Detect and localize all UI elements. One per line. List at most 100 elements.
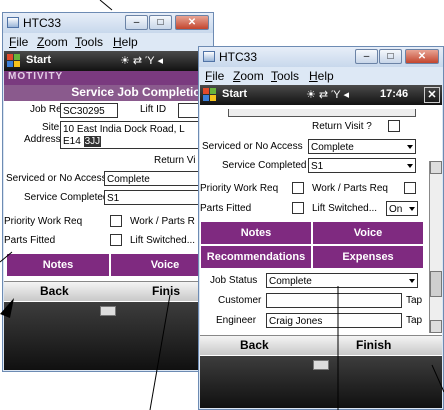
start-label[interactable]: Start [222, 88, 247, 100]
site-address-field[interactable]: 10 East India Dock Road, L E14 3JJ [60, 121, 212, 149]
close-icon[interactable]: ✕ [405, 49, 439, 64]
menu-tools[interactable]: Tools [271, 69, 299, 83]
front-menu-bar: File Zoom Tools Help [199, 67, 443, 85]
back-softkey[interactable]: Back [40, 284, 69, 298]
menu-help[interactable]: Help [309, 69, 334, 83]
work-parts-label: Work / Parts R [130, 216, 195, 227]
priority-work-checkbox[interactable] [110, 215, 122, 227]
menu-help[interactable]: Help [113, 35, 138, 49]
back-device-screen: Start ☀⇄Ύ◂ MOTIVITY Service Job Completi… [4, 51, 212, 370]
dropdown-arrow-icon [409, 279, 415, 283]
vertical-scrollbar[interactable] [429, 161, 442, 333]
return-visit-label: Return Visit ? [312, 121, 372, 132]
back-title-bar: HTC33 – □ ✕ [3, 13, 213, 33]
parts-fitted-checkbox[interactable] [292, 202, 304, 214]
lift-switched-dropdown[interactable]: On [386, 201, 418, 216]
app-brand: MOTIVITY [4, 71, 212, 85]
menu-file[interactable]: File [205, 69, 224, 83]
priority-work-label: Priority Work Req [4, 216, 83, 227]
service-completed-dropdown[interactable]: S1 [308, 158, 416, 173]
job-ref-field[interactable]: SC30295 [60, 103, 118, 118]
address-label: Address [24, 134, 61, 145]
back-window-title: HTC33 [23, 16, 62, 30]
serviced-dropdown[interactable]: Complete [308, 139, 416, 154]
job-status-dropdown[interactable]: Complete [266, 273, 418, 288]
scroll-down-icon[interactable] [430, 320, 442, 333]
minimize-icon[interactable]: – [355, 49, 378, 64]
menu-zoom[interactable]: Zoom [37, 35, 68, 49]
keyboard-icon[interactable] [100, 306, 116, 316]
connectivity-icon[interactable]: ☀⇄Ύ◂ [120, 54, 166, 67]
service-completed-dropdown[interactable]: S1 [104, 190, 212, 205]
scroll-thumb[interactable] [430, 271, 442, 297]
recommendations-button[interactable]: Recommendations [200, 245, 312, 269]
dropdown-arrow-icon [407, 164, 413, 168]
customer-field[interactable] [266, 293, 402, 308]
job-status-label: Job Status [210, 275, 258, 286]
dropdown-arrow-icon [407, 145, 413, 149]
address-line-2a: E14 [63, 136, 81, 147]
notes-button[interactable]: Notes [200, 221, 312, 245]
annotation-line-top [99, 0, 113, 11]
customer-label: Customer [218, 295, 262, 306]
minimize-icon[interactable]: – [125, 15, 148, 30]
keyboard-icon[interactable] [313, 360, 329, 370]
windows-flag-icon[interactable] [7, 54, 22, 68]
back-wm-status-bar: Start ☀⇄Ύ◂ [4, 51, 212, 71]
service-completed-value: S1 [107, 193, 120, 204]
front-wm-status-bar: Start ☀⇄Ύ◂ 17:46 ✕ [200, 85, 442, 105]
lift-switched-value: On [389, 204, 403, 215]
serviced-value: Complete [107, 174, 150, 185]
work-parts-label: Work / Parts Req [312, 183, 388, 194]
finish-softkey[interactable]: Finis [152, 284, 180, 298]
menu-tools[interactable]: Tools [75, 35, 103, 49]
parts-fitted-label: Parts Fitted [4, 235, 56, 246]
maximize-icon[interactable]: □ [149, 15, 172, 30]
maximize-icon[interactable]: □ [379, 49, 402, 64]
lift-switched-label: Lift Switched... [130, 235, 196, 246]
serviced-label: Serviced or No Access [6, 173, 107, 184]
voice-button[interactable]: Voice [110, 253, 212, 277]
scroll-up-icon[interactable] [430, 161, 442, 174]
close-icon[interactable]: ✕ [424, 87, 440, 103]
service-completed-value: S1 [311, 161, 324, 172]
voice-button[interactable]: Voice [312, 221, 424, 245]
serviced-dropdown[interactable]: Complete [104, 171, 212, 186]
serviced-label: Serviced or No Access [202, 141, 303, 152]
window-icon [7, 17, 19, 28]
back-softkey[interactable]: Back [240, 338, 269, 352]
signal-icon[interactable]: ☀⇄Ύ◂ [306, 88, 352, 101]
parts-fitted-checkbox[interactable] [110, 234, 122, 246]
window-icon [203, 51, 215, 62]
menu-file[interactable]: File [9, 35, 28, 49]
windows-flag-icon[interactable] [203, 88, 218, 102]
lift-switched-label: Lift Switched... [312, 203, 378, 214]
finish-softkey[interactable]: Finish [356, 338, 391, 352]
clock: 17:46 [380, 88, 409, 100]
front-title-bar: HTC33 – □ ✕ [199, 47, 443, 67]
menu-zoom[interactable]: Zoom [233, 69, 264, 83]
priority-work-checkbox[interactable] [292, 182, 304, 194]
serviced-value: Complete [311, 142, 354, 153]
back-softkey-bar: Back Finis [4, 281, 212, 301]
job-status-value: Complete [269, 276, 312, 287]
engineer-tap-button[interactable]: Tap [406, 315, 422, 326]
address-line-1: 10 East India Dock Road, L [63, 124, 185, 135]
scrolled-field-edge [228, 109, 416, 117]
return-visit-label: Return Vi [154, 155, 196, 166]
engineer-field[interactable]: Craig Jones [266, 313, 402, 328]
lift-id-label: Lift ID [140, 104, 167, 115]
expenses-button[interactable]: Expenses [312, 245, 424, 269]
start-label[interactable]: Start [26, 54, 51, 66]
customer-tap-button[interactable]: Tap [406, 295, 422, 306]
screenshot-canvas: { "back_window": { "title": "HTC33", "me… [0, 0, 444, 410]
engineer-label: Engineer [216, 315, 257, 326]
dropdown-arrow-icon [409, 207, 415, 211]
front-device-screen: Start ☀⇄Ύ◂ 17:46 ✕ Return Visit ? Servic… [200, 85, 442, 408]
notes-button[interactable]: Notes [6, 253, 110, 277]
return-visit-checkbox[interactable] [388, 120, 400, 132]
close-icon[interactable]: ✕ [175, 15, 209, 30]
work-parts-checkbox[interactable] [404, 182, 416, 194]
front-input-bar [200, 356, 442, 408]
service-completed-label: Service Completed [24, 192, 109, 203]
